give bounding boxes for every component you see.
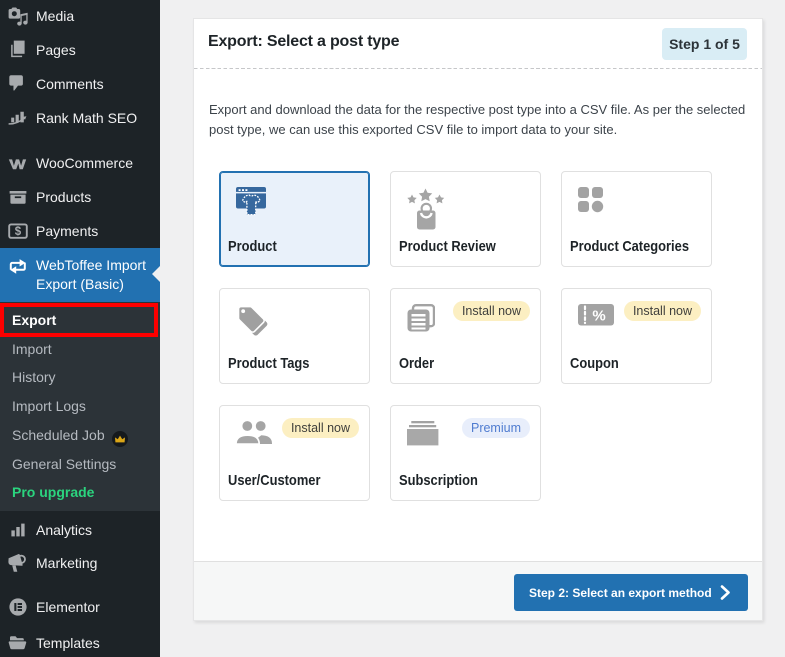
svg-text:%: % <box>592 307 605 324</box>
svg-text:$: $ <box>15 226 22 238</box>
